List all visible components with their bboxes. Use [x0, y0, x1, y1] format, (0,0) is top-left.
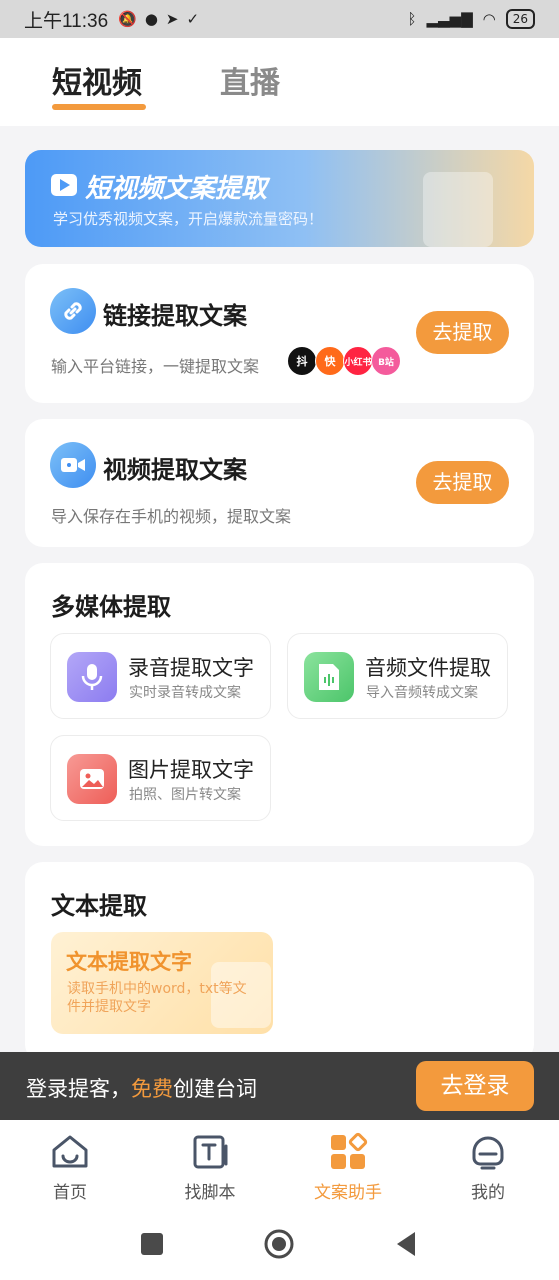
- text-tile-title: 文本提取文字: [66, 950, 192, 974]
- multimedia-section-title: 多媒体提取: [51, 593, 171, 621]
- tab-live[interactable]: 直播: [220, 58, 280, 102]
- link-icon: [50, 288, 96, 334]
- microphone-icon: [67, 652, 117, 702]
- login-button[interactable]: 去登录: [416, 1061, 534, 1111]
- image-extract-tool[interactable]: 图片提取文字 拍照、图片转文案: [50, 735, 271, 821]
- platform-logos: 抖 快 小红书 B站: [287, 346, 401, 376]
- video-extract-button[interactable]: 去提取: [416, 461, 509, 504]
- wifi-icon: ◠: [482, 10, 496, 28]
- douyin-logo-icon: 抖: [287, 346, 317, 376]
- tool-desc: 拍照、图片转文案: [129, 787, 241, 803]
- xiaohongshu-logo-icon: 小红书: [343, 346, 373, 376]
- promo-banner[interactable]: 短视频文案提取 学习优秀视频文案，开启爆款流量密码！: [25, 150, 534, 247]
- tab-short-video[interactable]: 短视频: [52, 58, 142, 102]
- video-camera-icon: [50, 442, 96, 488]
- nav-copy-assistant[interactable]: 文案助手: [298, 1132, 398, 1203]
- audio-file-extract-tool[interactable]: 音频文件提取 导入音频转成文案: [287, 633, 508, 719]
- login-prompt-prefix: 登录提客，: [26, 1077, 131, 1101]
- assistant-icon: [331, 1132, 368, 1169]
- nav-label: 首页: [53, 1183, 87, 1203]
- nav-label: 文案助手: [314, 1183, 382, 1203]
- video-card-title: 视频提取文案: [103, 456, 247, 484]
- bluetooth-icon: ᛒ: [407, 10, 417, 28]
- text-extract-card: 文本提取 文本提取文字 读取手机中的word，txt等文件并提取文字: [25, 862, 534, 1062]
- banner-subtitle: 学习优秀视频文案，开启爆款流量密码！: [53, 210, 324, 228]
- login-prompt-text: 登录提客，免费创建台词: [26, 1073, 257, 1103]
- nav-find-script[interactable]: 找脚本: [160, 1132, 260, 1203]
- link-card-title: 链接提取文案: [103, 302, 247, 330]
- message-icon: ●: [144, 10, 158, 28]
- status-bar: 上午11:36 🔕 ● ➤ ✓ ᛒ ▂▃▅▇ ◠ 26: [0, 0, 559, 38]
- tool-name: 图片提取文字: [128, 758, 254, 782]
- audio-file-icon: [304, 652, 354, 702]
- record-extract-tool[interactable]: 录音提取文字 实时录音转成文案: [50, 633, 271, 719]
- bilibili-logo-icon: B站: [371, 346, 401, 376]
- home-button-icon[interactable]: [263, 1228, 295, 1260]
- image-icon: [67, 754, 117, 804]
- tab-active-indicator: [52, 104, 146, 110]
- text-file-extract-tool[interactable]: 文本提取文字 读取手机中的word，txt等文件并提取文字: [51, 932, 273, 1034]
- login-prompt-suffix: 创建台词: [173, 1077, 257, 1101]
- tool-desc: 导入音频转成文案: [366, 685, 478, 701]
- download-done-icon: ✓: [186, 10, 200, 28]
- recent-apps-icon[interactable]: [140, 1232, 164, 1256]
- top-tab-bar: 短视频 直播: [0, 38, 559, 126]
- video-extract-card[interactable]: 视频提取文案 导入保存在手机的视频，提取文案 去提取: [25, 419, 534, 547]
- link-extract-button[interactable]: 去提取: [416, 311, 509, 354]
- link-extract-card[interactable]: 链接提取文案 输入平台链接，一键提取文案 抖 快 小红书 B站 去提取: [25, 264, 534, 403]
- link-card-desc: 输入平台链接，一键提取文案: [51, 357, 260, 376]
- nav-home[interactable]: 首页: [20, 1132, 120, 1203]
- nav-profile[interactable]: 我的: [438, 1132, 538, 1203]
- status-notification-icons: 🔕 ● ➤ ✓: [118, 10, 199, 28]
- tool-name: 录音提取文字: [128, 656, 254, 680]
- film-strip-icon: [423, 172, 493, 247]
- tool-name: 音频文件提取: [365, 656, 491, 680]
- battery-icon: 26: [505, 9, 535, 29]
- multimedia-extract-card: 多媒体提取 录音提取文字 实时录音转成文案 音频文件提取 导入音频转成文案 图片…: [25, 563, 534, 846]
- login-prompt-bar: 登录提客，免费创建台词 去登录: [0, 1052, 559, 1120]
- system-nav-bar: [0, 1210, 559, 1280]
- tool-desc: 实时录音转成文案: [129, 685, 241, 701]
- telegram-icon: ➤: [165, 10, 179, 28]
- nav-label: 我的: [471, 1183, 505, 1203]
- signal-icon: ▂▃▅▇: [426, 10, 473, 28]
- status-time: 上午11:36: [24, 10, 109, 32]
- banner-title: 短视频文案提取: [85, 174, 268, 204]
- status-system-icons: ᛒ ▂▃▅▇ ◠ 26: [407, 9, 535, 29]
- video-card-desc: 导入保存在手机的视频，提取文案: [51, 507, 292, 526]
- mute-icon: 🔕: [118, 10, 137, 28]
- kuaishou-logo-icon: 快: [315, 346, 345, 376]
- text-tile-desc: 读取手机中的word，txt等文件并提取文字: [67, 981, 247, 1015]
- play-icon: [51, 174, 77, 196]
- login-prompt-highlight: 免费: [131, 1077, 173, 1101]
- home-icon: [52, 1135, 88, 1168]
- bottom-nav: 首页 找脚本 文案助手 我的: [0, 1120, 559, 1210]
- profile-icon: [472, 1136, 504, 1170]
- text-section-title: 文本提取: [51, 892, 147, 920]
- script-icon: [193, 1135, 228, 1169]
- nav-label: 找脚本: [184, 1183, 236, 1203]
- back-icon[interactable]: [393, 1230, 419, 1258]
